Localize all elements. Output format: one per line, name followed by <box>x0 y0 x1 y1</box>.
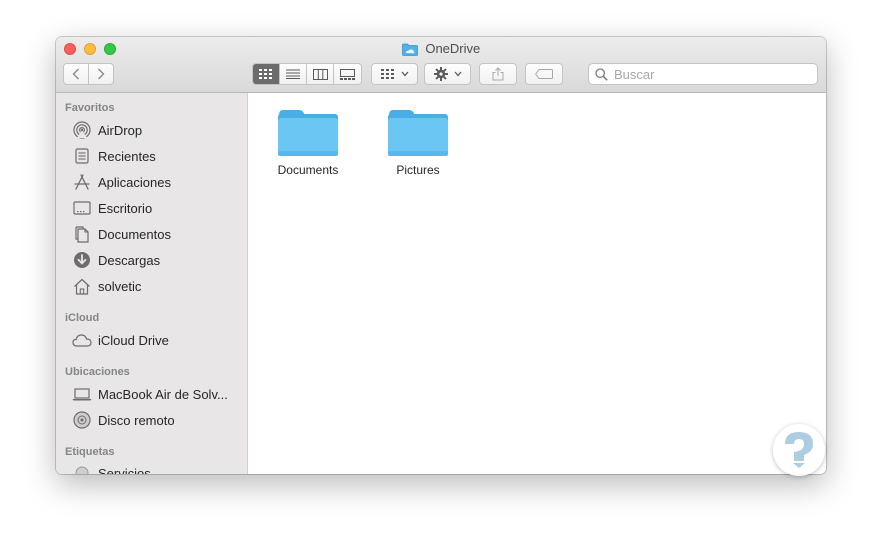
sidebar-item-recents[interactable]: Recientes <box>72 145 242 167</box>
sidebar-item-label: Escritorio <box>98 200 153 216</box>
sidebar-item-label: Recientes <box>98 148 156 164</box>
disc-icon <box>72 411 92 429</box>
sidebar-item-documents[interactable]: Documentos <box>72 223 242 245</box>
title-bar: OneDrive <box>56 37 826 93</box>
sidebar-item-home[interactable]: solvetic <box>72 275 242 297</box>
share-button[interactable] <box>479 63 517 85</box>
sidebar-item-tag-services[interactable]: Servicios <box>72 462 242 474</box>
sidebar-item-airdrop[interactable]: AirDrop <box>72 119 242 141</box>
sidebar-item-label: iCloud Drive <box>98 332 169 348</box>
tag-outline-icon <box>535 69 553 79</box>
onedrive-folder-icon <box>401 43 418 59</box>
chevron-down-icon <box>401 71 408 77</box>
grid-icon <box>259 69 272 79</box>
sidebar-section-locations: Ubicaciones <box>65 366 130 378</box>
sidebar-item-macbook[interactable]: MacBook Air de Solv... <box>72 383 242 405</box>
sidebar-section-tags: Etiquetas <box>65 446 115 458</box>
documents-icon <box>72 225 92 243</box>
window-title-text: OneDrive <box>425 41 481 56</box>
chevron-down-icon <box>454 71 461 77</box>
sidebar-item-downloads[interactable]: Descargas <box>72 249 242 271</box>
column-view-button[interactable] <box>307 64 334 84</box>
sidebar-item-label: Aplicaciones <box>98 174 171 190</box>
sidebar-item-desktop[interactable]: Escritorio <box>72 197 242 219</box>
file-name: Pictures <box>396 163 440 177</box>
gear-icon <box>433 67 448 81</box>
share-icon <box>492 67 504 81</box>
sidebar-item-icloud-drive[interactable]: iCloud Drive <box>72 329 242 351</box>
icon-view-button[interactable] <box>253 64 280 84</box>
cloud-icon <box>72 331 92 349</box>
search-field[interactable] <box>588 63 818 85</box>
laptop-icon <box>72 385 92 403</box>
gallery-icon <box>340 68 355 80</box>
sidebar-item-remote-disc[interactable]: Disco remoto <box>72 409 242 431</box>
sidebar-item-label: AirDrop <box>98 122 143 138</box>
sidebar-section-favorites: Favoritos <box>65 102 115 114</box>
view-mode-selector <box>252 63 362 85</box>
sidebar: Favoritos AirDrop Recientes Aplicaciones… <box>56 93 248 474</box>
back-button[interactable] <box>63 63 89 85</box>
watermark-logo-icon <box>773 424 825 476</box>
group-by-button[interactable] <box>371 63 418 85</box>
chevron-left-icon <box>72 68 79 80</box>
sidebar-item-label: Disco remoto <box>98 412 175 428</box>
sidebar-item-label: Servicios <box>98 465 151 475</box>
file-name: Documents <box>277 163 339 177</box>
tags-button[interactable] <box>525 63 563 85</box>
forward-button[interactable] <box>88 63 114 85</box>
sidebar-item-label: MacBook Air de Solv... <box>98 386 228 402</box>
file-item[interactable]: Documents <box>263 107 353 177</box>
window-title: OneDrive <box>56 41 826 59</box>
list-view-button[interactable] <box>280 64 307 84</box>
sidebar-section-icloud: iCloud <box>65 312 100 324</box>
gallery-view-button[interactable] <box>334 64 361 84</box>
search-icon <box>595 67 608 81</box>
grid-icon <box>380 69 394 79</box>
home-icon <box>72 277 92 295</box>
applications-icon <box>72 173 92 191</box>
folder-icon <box>388 110 448 156</box>
sidebar-item-label: Documentos <box>98 226 171 242</box>
desktop-icon <box>72 199 92 217</box>
recents-icon <box>72 147 92 165</box>
action-menu-button[interactable] <box>424 63 471 85</box>
downloads-icon <box>72 251 92 269</box>
list-icon <box>286 69 300 79</box>
sidebar-item-label: Descargas <box>98 252 161 268</box>
tag-icon <box>72 464 92 474</box>
sidebar-item-label: solvetic <box>98 278 142 294</box>
search-input[interactable] <box>612 65 802 83</box>
airdrop-icon <box>72 121 92 139</box>
file-browser-content: Documents Pictures <box>249 93 826 474</box>
chevron-right-icon <box>98 68 105 80</box>
file-item[interactable]: Pictures <box>373 107 463 177</box>
finder-window: OneDrive Buscar Favoritos AirDrop Recien… <box>56 37 826 474</box>
sidebar-item-applications[interactable]: Aplicaciones <box>72 171 242 193</box>
columns-icon <box>312 68 328 80</box>
folder-icon <box>278 110 338 156</box>
